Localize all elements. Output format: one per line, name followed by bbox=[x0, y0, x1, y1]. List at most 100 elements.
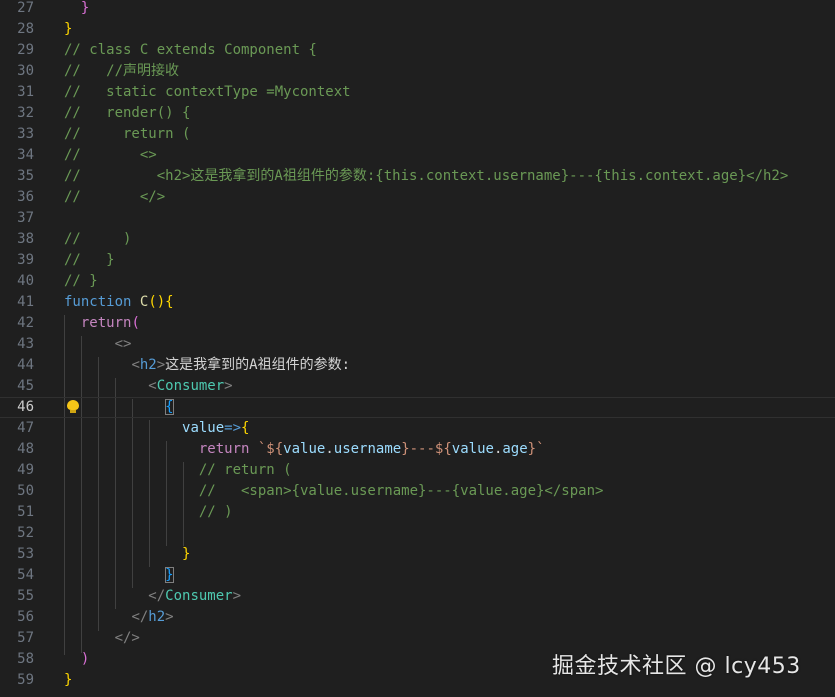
code-line[interactable]: 46 { bbox=[0, 397, 835, 418]
line-code[interactable]: <h2>这是我拿到的A祖组件的参数: bbox=[64, 355, 350, 376]
line-code[interactable]: // class C extends Component { bbox=[64, 40, 317, 61]
code-line[interactable]: 56 </h2> bbox=[0, 607, 835, 628]
line-number: 58 bbox=[17, 651, 34, 667]
line-code[interactable]: // //声明接收 bbox=[64, 61, 179, 82]
code-line[interactable]: 29 // class C extends Component { bbox=[0, 40, 835, 61]
line-code[interactable]: <> bbox=[64, 334, 132, 355]
code-line[interactable]: 41 function C(){ bbox=[0, 292, 835, 313]
code-line[interactable]: 27 } bbox=[0, 0, 835, 19]
code-line[interactable]: 39 // } bbox=[0, 250, 835, 271]
code-line[interactable]: 33 // return ( bbox=[0, 124, 835, 145]
code-token: age bbox=[502, 441, 528, 457]
code-line[interactable]: 50 // <span>{value.username}---{value.ag… bbox=[0, 481, 835, 502]
line-code[interactable]: <Consumer> bbox=[64, 376, 232, 397]
line-code[interactable]: </h2> bbox=[64, 607, 173, 628]
code-token: value bbox=[451, 441, 494, 457]
code-line[interactable]: 42 return( bbox=[0, 313, 835, 334]
line-code[interactable]: // static contextType =Mycontext bbox=[64, 82, 351, 103]
line-number: 51 bbox=[17, 504, 34, 520]
code-line[interactable]: 38 // ) bbox=[0, 229, 835, 250]
code-token: return bbox=[198, 441, 250, 457]
code-line[interactable]: 53 } bbox=[0, 544, 835, 565]
line-code[interactable]: function C(){ bbox=[64, 292, 174, 313]
code-line[interactable]: 49 // return ( bbox=[0, 460, 835, 481]
lightbulb-icon[interactable] bbox=[67, 400, 79, 414]
code-line[interactable]: 40 // } bbox=[0, 271, 835, 292]
code-line[interactable]: 47 value=>{ bbox=[0, 418, 835, 439]
code-line[interactable]: 31 // static contextType =Mycontext bbox=[0, 82, 835, 103]
line-number: 48 bbox=[17, 441, 34, 457]
line-code[interactable]: </Consumer> bbox=[64, 586, 241, 607]
line-code[interactable]: } bbox=[64, 0, 89, 19]
line-code[interactable]: } bbox=[64, 565, 174, 586]
code-token: // } bbox=[64, 252, 115, 268]
line-code[interactable]: return( bbox=[64, 313, 140, 334]
code-token: h2 bbox=[148, 609, 166, 625]
code-token: function bbox=[64, 294, 132, 310]
code-token: `${ bbox=[257, 441, 284, 457]
line-code[interactable]: } bbox=[64, 19, 72, 40]
line-number: 43 bbox=[17, 336, 34, 352]
code-editor[interactable]: 27 } 28} 29// class C extends Component {3… bbox=[0, 0, 835, 697]
code-line[interactable]: 57 </> bbox=[0, 628, 835, 649]
code-line[interactable]: 28} bbox=[0, 19, 835, 40]
code-line[interactable]: 34 // <> bbox=[0, 145, 835, 166]
line-code[interactable]: value=>{ bbox=[64, 418, 249, 439]
line-code[interactable]: // ) bbox=[64, 502, 233, 523]
line-number: 49 bbox=[17, 462, 34, 478]
code-token: // <h2>这是我拿到的A祖组件的参数:{this.context.usern… bbox=[64, 168, 789, 184]
code-line[interactable]: 45 <Consumer> bbox=[0, 376, 835, 397]
code-line[interactable]: 54 } bbox=[0, 565, 835, 586]
code-token: } bbox=[64, 672, 73, 688]
line-code[interactable]: // ) bbox=[64, 229, 131, 250]
line-code[interactable]: } bbox=[64, 544, 190, 565]
line-number: 41 bbox=[17, 294, 34, 310]
code-line[interactable]: 55 </Consumer> bbox=[0, 586, 835, 607]
line-number: 29 bbox=[17, 42, 34, 58]
code-line[interactable]: 37 bbox=[0, 208, 835, 229]
code-line[interactable]: 32 // render() { bbox=[0, 103, 835, 124]
code-token: . bbox=[325, 441, 334, 457]
line-code[interactable]: } bbox=[64, 670, 72, 691]
line-code[interactable]: // return ( bbox=[64, 124, 190, 145]
line-code[interactable]: // </> bbox=[64, 187, 165, 208]
line-number: 30 bbox=[17, 63, 34, 79]
code-token: }---${ bbox=[401, 441, 452, 457]
code-line[interactable]: 51 // ) bbox=[0, 502, 835, 523]
line-number: 55 bbox=[17, 588, 34, 604]
code-token: < bbox=[131, 357, 140, 373]
line-code[interactable]: // } bbox=[64, 271, 98, 292]
line-code[interactable]: // return ( bbox=[64, 460, 292, 481]
code-line[interactable]: 36 // </> bbox=[0, 187, 835, 208]
line-code[interactable]: return `${value.username}---${value.age}… bbox=[64, 439, 545, 460]
line-number: 56 bbox=[17, 609, 34, 625]
code-line[interactable]: 43 <> bbox=[0, 334, 835, 355]
code-token: > bbox=[156, 357, 166, 373]
line-code[interactable]: // <h2>这是我拿到的A祖组件的参数:{this.context.usern… bbox=[64, 166, 788, 187]
code-line[interactable]: 35 // <h2>这是我拿到的A祖组件的参数:{this.context.use… bbox=[0, 166, 835, 187]
code-line[interactable]: 48 return `${value.username}---${value.a… bbox=[0, 439, 835, 460]
code-line[interactable]: 30 // //声明接收 bbox=[0, 61, 835, 82]
line-code[interactable]: // } bbox=[64, 250, 115, 271]
line-code[interactable]: // <span>{value.username}---{value.age}<… bbox=[64, 481, 604, 502]
line-code[interactable]: // render() { bbox=[64, 103, 190, 124]
line-number: 36 bbox=[17, 189, 34, 205]
code-token: Consumer bbox=[156, 378, 225, 394]
line-code[interactable]: ) bbox=[64, 649, 89, 670]
code-line[interactable]: 52 bbox=[0, 523, 835, 544]
line-code[interactable]: { bbox=[64, 397, 174, 418]
code-token: </ bbox=[148, 588, 166, 604]
line-code[interactable]: // <> bbox=[64, 145, 157, 166]
code-line[interactable]: 44 <h2>这是我拿到的A祖组件的参数: bbox=[0, 355, 835, 376]
line-code[interactable]: </> bbox=[64, 628, 140, 649]
